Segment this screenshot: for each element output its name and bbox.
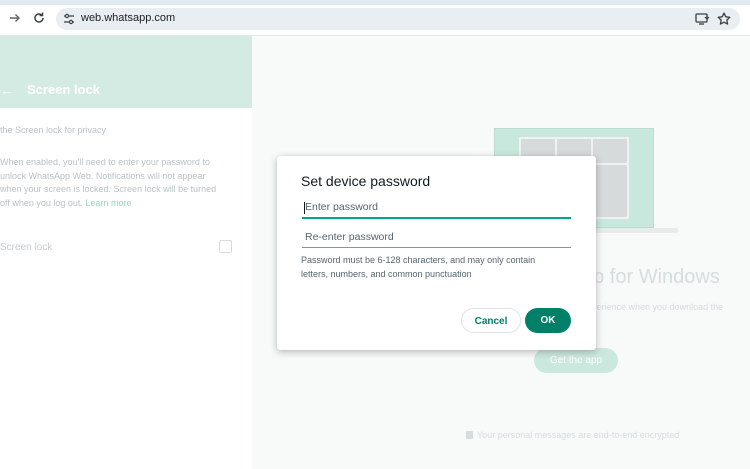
learn-more-link[interactable]: Learn more	[85, 198, 131, 208]
bookmark-star-icon[interactable]	[716, 11, 732, 27]
promo-subtitle: experience when you download the	[582, 302, 724, 312]
dialog-title: Set device password	[301, 173, 431, 189]
back-arrow-icon[interactable]: ←	[0, 82, 14, 98]
screen-lock-subtitle: the Screen lock for privacy	[0, 125, 107, 135]
confirm-password-input[interactable]	[302, 226, 571, 247]
settings-title: Screen lock	[27, 82, 100, 97]
screen-lock-description: When enabled, you'll need to enter your …	[0, 156, 240, 210]
settings-header: ← Screen lock	[0, 36, 252, 108]
description-line: off when you log out. Learn more	[0, 197, 240, 211]
install-app-icon[interactable]	[694, 11, 710, 27]
address-bar[interactable]: web.whatsapp.com	[56, 8, 740, 30]
description-line: when your screen is locked. Screen lock …	[0, 184, 217, 194]
tab-strip	[0, 0, 750, 5]
lock-icon	[466, 431, 473, 439]
forward-icon[interactable]	[6, 9, 24, 27]
password-input[interactable]	[302, 197, 571, 217]
password-hint: Password must be 6-128 characters, and m…	[301, 254, 561, 281]
text-caret	[304, 202, 305, 214]
site-info-icon[interactable]	[62, 12, 76, 26]
video-thumb	[593, 165, 627, 217]
set-password-dialog: Set device password Password must be 6-1…	[277, 156, 596, 350]
ok-button[interactable]: OK	[525, 308, 571, 333]
hint-line: letters, numbers, and common punctuation	[301, 268, 472, 279]
cancel-button[interactable]: Cancel	[461, 308, 521, 333]
description-line: unlock WhatsApp Web. Notifications will …	[0, 170, 206, 181]
confirm-password-field[interactable]	[302, 226, 571, 248]
encryption-note-text: Your personal messages are end-to-end en…	[477, 430, 680, 440]
get-app-button[interactable]: Get the app	[534, 348, 618, 373]
screen-lock-checkbox[interactable]	[219, 240, 232, 253]
screen-lock-toggle-label: Screen lock	[0, 242, 53, 253]
video-thumb	[593, 139, 627, 163]
description-line-text: off when you log out.	[0, 197, 83, 208]
browser-toolbar: web.whatsapp.com	[0, 0, 750, 36]
promo-title: pp for Windows	[582, 266, 720, 288]
password-field[interactable]	[302, 197, 571, 219]
reload-icon[interactable]	[30, 9, 48, 27]
hint-line: Password must be 6-128 characters, and m…	[301, 255, 536, 265]
encryption-note: Your personal messages are end-to-end en…	[466, 430, 679, 440]
url-text[interactable]: web.whatsapp.com	[81, 12, 175, 24]
settings-panel: ← Screen lock the Screen lock for privac…	[0, 36, 252, 469]
description-line: When enabled, you'll need to enter your …	[0, 157, 210, 167]
